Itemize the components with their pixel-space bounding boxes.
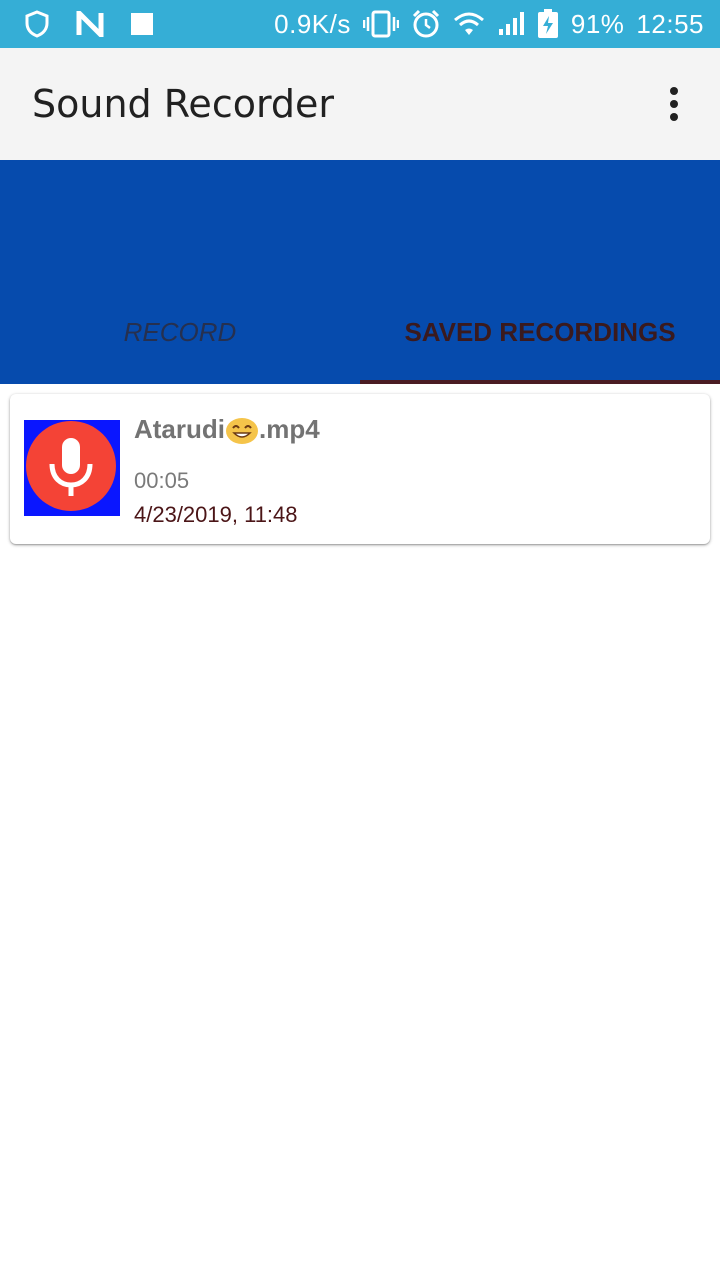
network-speed: 0.9K/s (274, 8, 351, 39)
battery-level: 91% (570, 8, 625, 39)
square-icon (130, 12, 154, 36)
shield-icon (24, 10, 50, 38)
recordings-list: Atarudi .mp4 00:05 4/23/2019, 11:48 (0, 384, 720, 1280)
microphone-icon (26, 421, 116, 511)
wifi-icon (453, 11, 485, 37)
tab-saved-recordings[interactable]: SAVED RECORDINGS (360, 280, 720, 384)
clock: 12:55 (636, 8, 704, 39)
tab-record[interactable]: RECORD (0, 280, 360, 384)
tab-saved-recordings-label: SAVED RECORDINGS (404, 316, 676, 347)
tab-header: RECORD SAVED RECORDINGS (0, 160, 720, 384)
recording-card[interactable]: Atarudi .mp4 00:05 4/23/2019, 11:48 (10, 394, 710, 544)
recording-duration: 00:05 (134, 468, 190, 493)
recording-name-suffix: .mp4 (259, 414, 320, 444)
smiling-emoji-icon (225, 415, 259, 445)
recording-date: 4/23/2019, 11:48 (134, 502, 298, 527)
tab-bar: RECORD SAVED RECORDINGS (0, 280, 720, 384)
recording-thumbnail (24, 420, 120, 516)
recording-name-prefix: Atarudi (134, 414, 225, 444)
battery-charging-icon (537, 9, 559, 39)
tab-record-label: RECORD (123, 316, 237, 347)
app-title: Sound Recorder (32, 82, 335, 126)
alarm-icon (411, 9, 441, 39)
vibrate-icon (362, 10, 399, 38)
app-bar: Sound Recorder (0, 48, 720, 160)
more-vert-icon (670, 87, 678, 121)
more-options-button[interactable] (638, 68, 710, 140)
status-bar: 0.9K/s 91% 12:55 (0, 0, 720, 48)
signal-icon (497, 11, 525, 37)
n-icon (76, 11, 104, 37)
recording-name: Atarudi .mp4 (134, 414, 320, 445)
